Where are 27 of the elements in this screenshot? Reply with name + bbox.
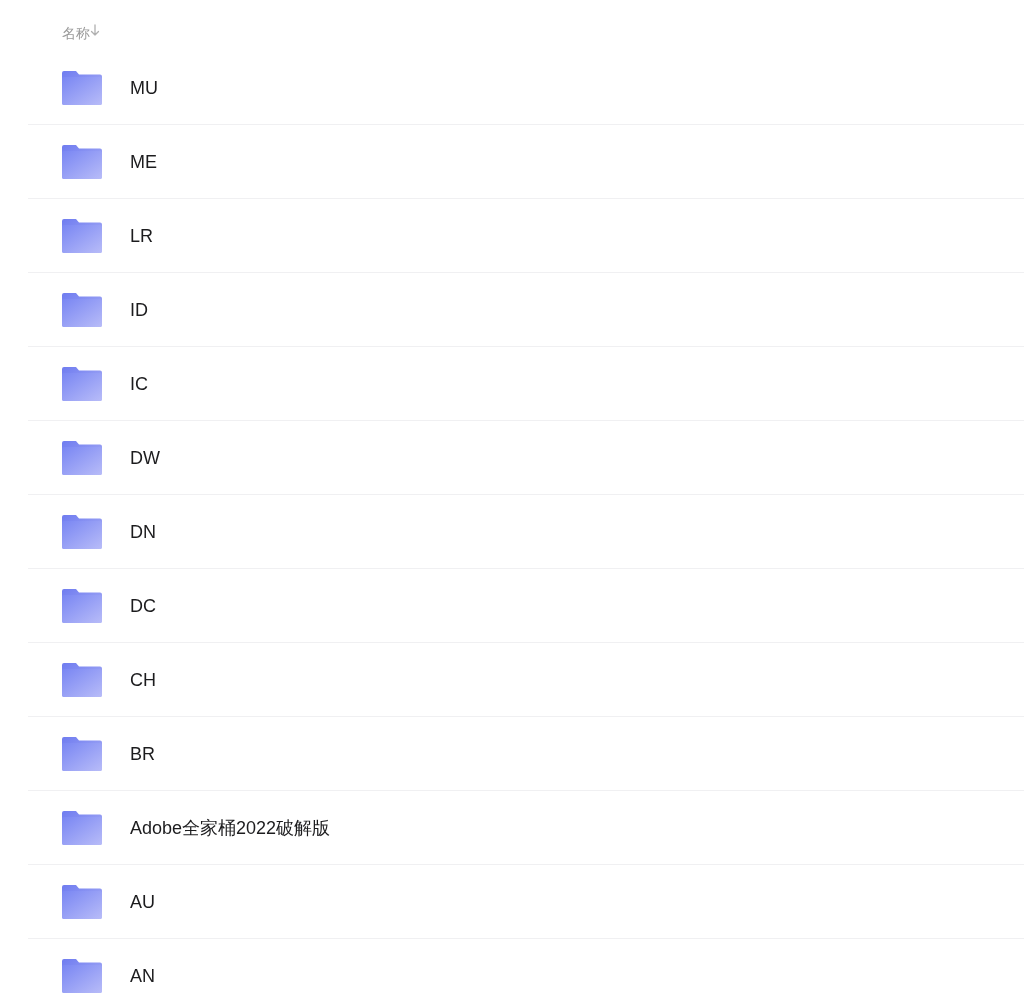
folder-name[interactable]: Adobe全家桶2022破解版	[130, 817, 331, 839]
folder-name[interactable]: MU	[130, 77, 158, 99]
folder-name[interactable]: DC	[130, 595, 156, 617]
folder-icon	[62, 293, 102, 327]
folder-name[interactable]: IC	[130, 373, 148, 395]
folder-icon	[62, 515, 102, 549]
folder-icon	[62, 219, 102, 253]
folder-name[interactable]: ME	[130, 151, 157, 173]
folder-icon	[62, 589, 102, 623]
folder-name[interactable]: DW	[130, 447, 160, 469]
folder-name[interactable]: AU	[130, 891, 155, 913]
folder-icon	[62, 959, 102, 993]
folder-icon	[62, 885, 102, 919]
folder-name[interactable]: BR	[130, 743, 155, 765]
folder-icon	[62, 367, 102, 401]
folder-icon	[62, 663, 102, 697]
folder-icon	[62, 737, 102, 771]
sort-arrow-icon[interactable]	[90, 24, 100, 36]
folder-icon	[62, 441, 102, 475]
folder-icon	[62, 71, 102, 105]
folder-name[interactable]: ID	[130, 299, 148, 321]
folder-name[interactable]: DN	[130, 521, 156, 543]
folder-icon	[62, 145, 102, 179]
folder-name[interactable]: AN	[130, 965, 155, 987]
folder-name[interactable]: LR	[130, 225, 153, 247]
folder-icon	[62, 811, 102, 845]
folder-name[interactable]: CH	[130, 669, 156, 691]
